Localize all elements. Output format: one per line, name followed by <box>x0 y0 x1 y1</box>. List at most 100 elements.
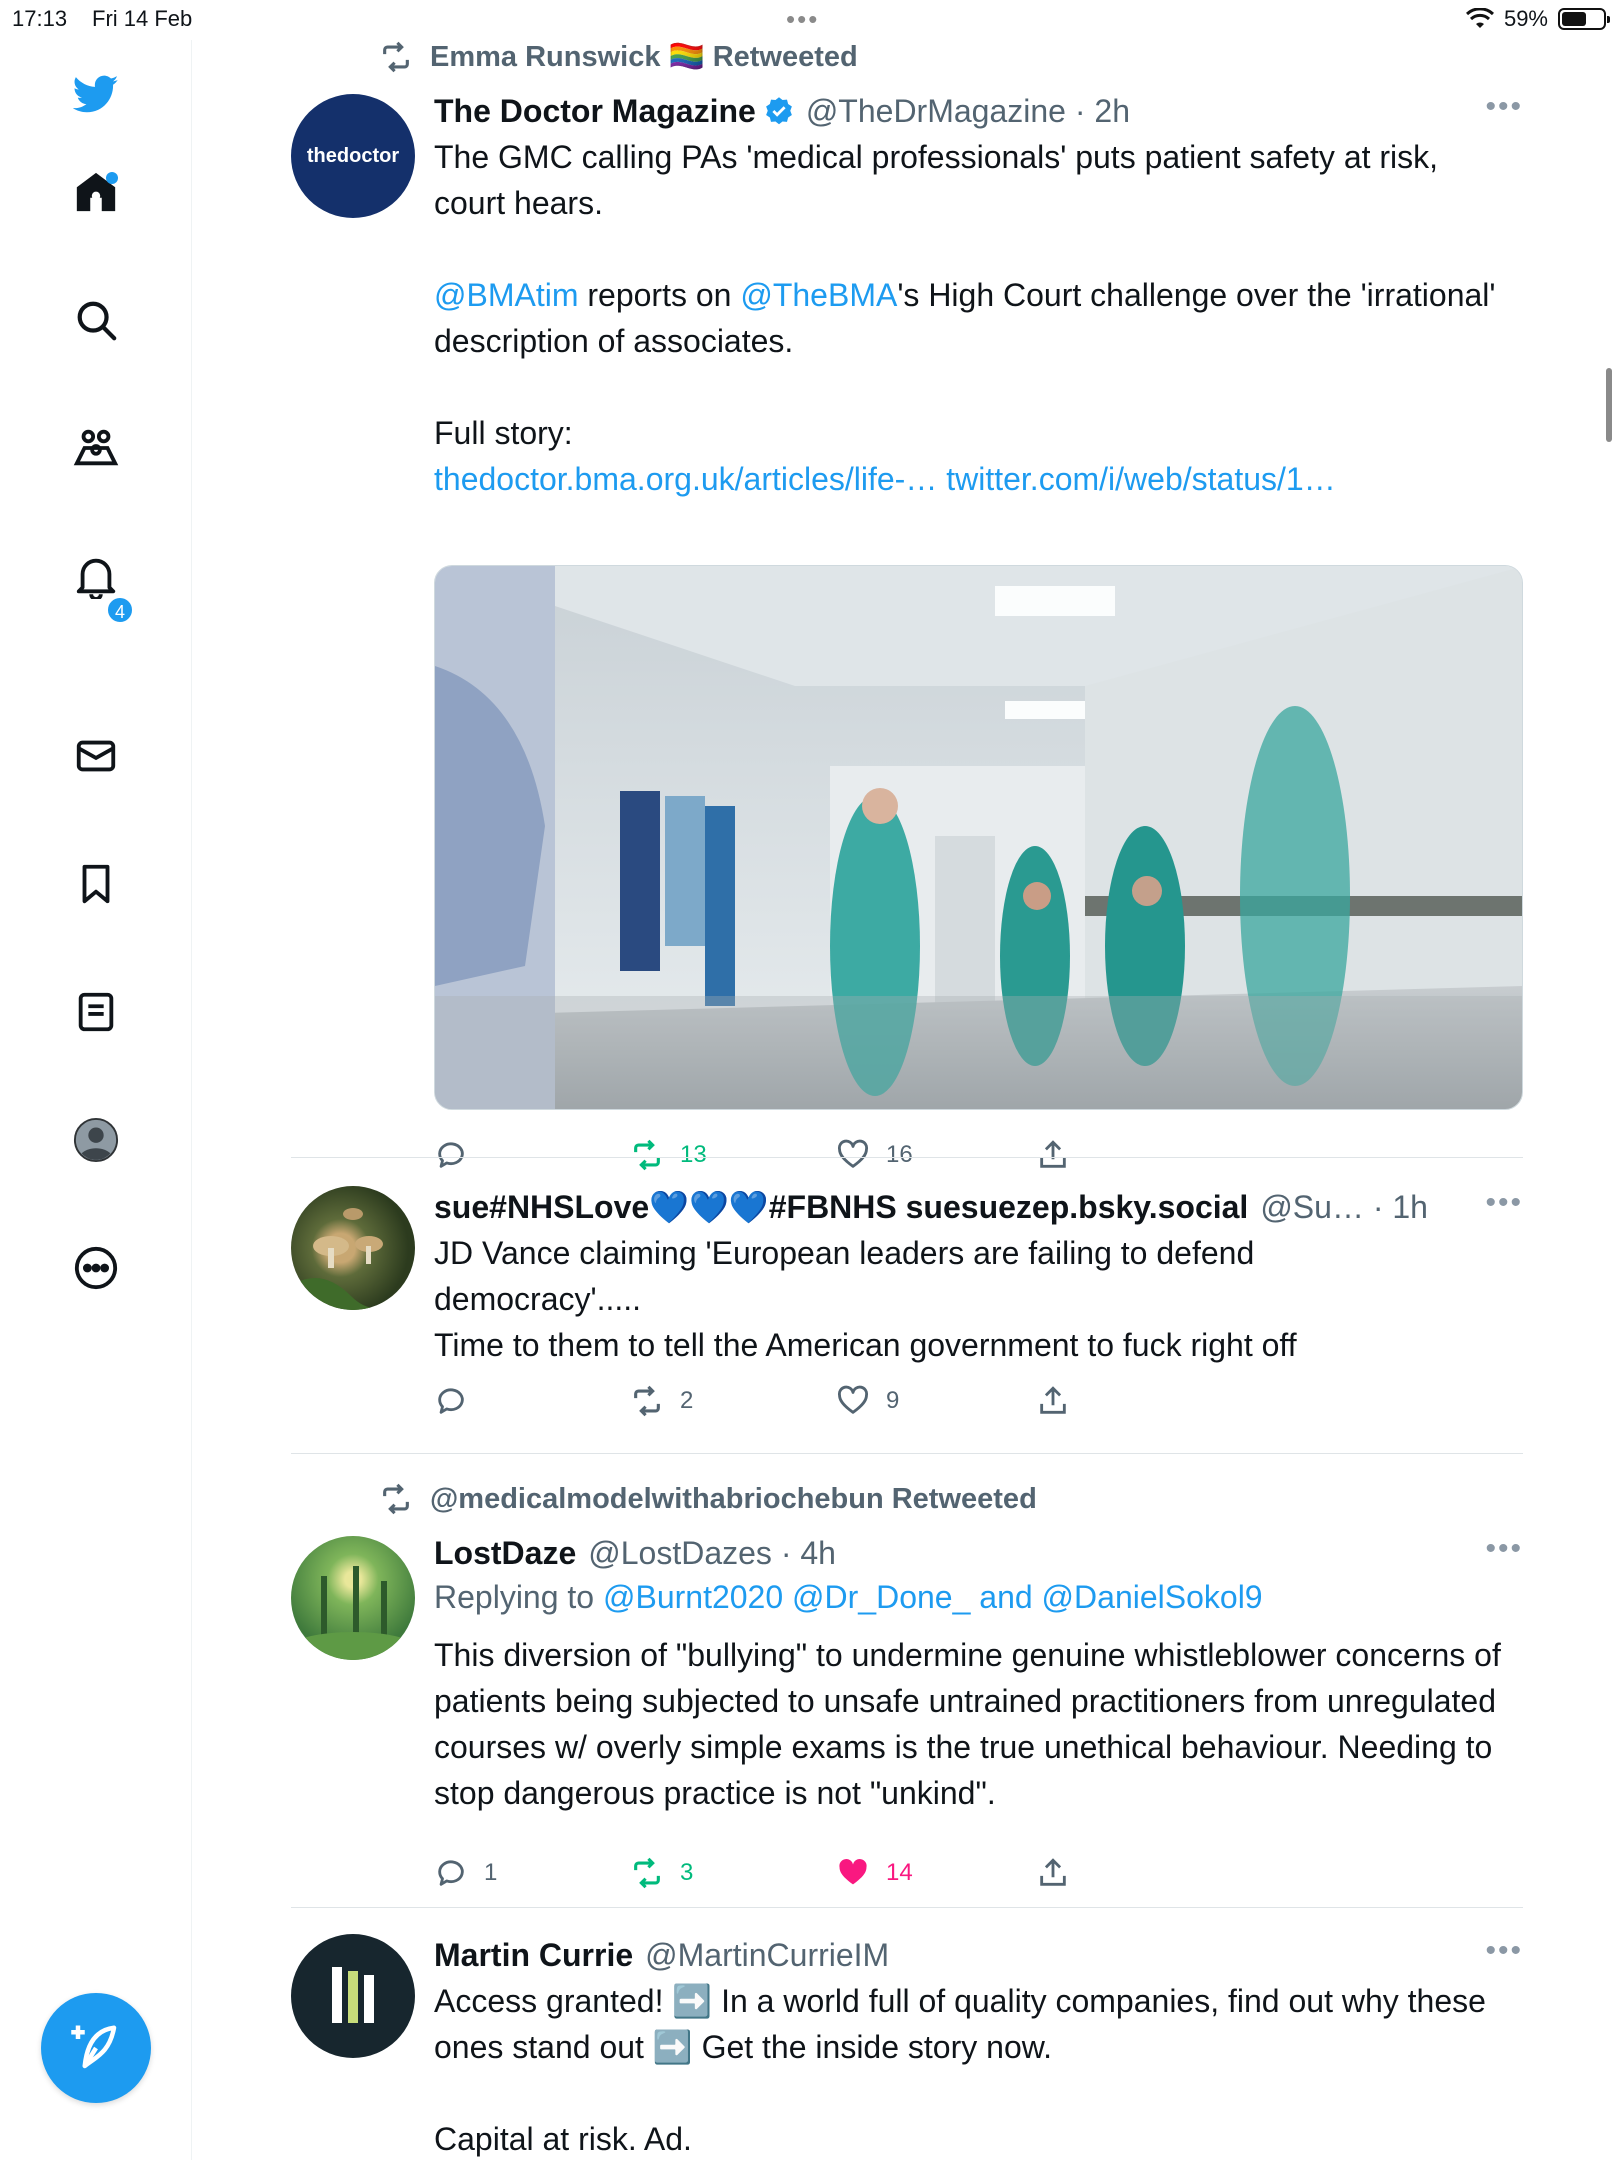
tweet-text-mentions: @BMAtim reports on @TheBMA's High Court … <box>434 277 1496 359</box>
author-handle[interactable]: @MartinCurrieIM <box>645 1934 889 1976</box>
multitasking-dots-icon[interactable]: ••• <box>786 4 819 35</box>
author-handle-time[interactable]: @TheDrMagazine · 2h <box>806 90 1130 132</box>
avatar[interactable]: thedoctor <box>291 94 415 218</box>
article-link[interactable]: thedoctor.bma.org.uk/articles/life-… <box>434 461 937 497</box>
like-count: 16 <box>886 1141 913 1168</box>
tweet-body: sue#NHSLove💙💙💙#FBNHS suesuezep.bsky.soci… <box>434 1186 1523 1417</box>
author-name[interactable]: sue#NHSLove💙💙💙#FBNHS suesuezep.bsky.soci… <box>434 1186 1248 1228</box>
reply-count: 1 <box>484 1859 498 1886</box>
battery-fill <box>1562 12 1586 26</box>
messages-icon[interactable] <box>70 730 122 782</box>
retweet-button[interactable]: 13 <box>630 1138 707 1172</box>
mention-link[interactable]: @TheBMA <box>740 277 897 313</box>
more-options-icon[interactable]: ••• <box>1485 90 1523 124</box>
battery-icon <box>1558 8 1610 30</box>
retweet-count: 3 <box>680 1859 694 1886</box>
avatar[interactable] <box>291 1934 415 2058</box>
like-button[interactable]: 14 <box>836 1856 913 1890</box>
tweet-divider <box>291 1907 1523 1908</box>
tweet-divider <box>291 1157 1523 1158</box>
notifications-badge: 4 <box>106 596 134 624</box>
share-icon <box>1040 1140 1066 1168</box>
heart-icon <box>838 1139 868 1168</box>
replying-to-users[interactable]: @Burnt2020 @Dr_Done_ and @DanielSokol9 <box>603 1579 1263 1615</box>
more-icon[interactable] <box>70 1242 122 1294</box>
reply-icon <box>438 1142 464 1168</box>
tweet-image[interactable] <box>434 565 1523 1110</box>
tweet-text: JD Vance claiming 'European leaders are … <box>434 1235 1297 1363</box>
tweet-actions: 1 3 14 <box>434 1856 1134 1896</box>
tweet-body: Martin Currie @MartinCurrieIM ••• Access… <box>434 1934 1523 2160</box>
retweet-icon <box>634 1857 660 1889</box>
retweet-button[interactable]: 2 <box>630 1384 693 1418</box>
tweet-text-line: The GMC calling PAs 'medical professiona… <box>434 139 1439 221</box>
retweeted-by-text[interactable]: @medicalmodelwithabriochebun Retweeted <box>430 1483 1037 1516</box>
sidebar: 4 <box>0 40 192 2160</box>
like-count: 9 <box>886 1387 900 1414</box>
ad-disclaimer: Capital at risk. Ad. <box>434 2121 692 2157</box>
more-options-icon[interactable]: ••• <box>1485 1532 1523 1566</box>
tweet-body: LostDaze @LostDazes · 4h ••• Replying to… <box>434 1532 1523 1889</box>
author-handle-time[interactable]: @LostDazes · 4h <box>588 1532 836 1574</box>
tweet-header: Martin Currie @MartinCurrieIM <box>434 1934 1523 1976</box>
avatar[interactable] <box>291 1536 415 1660</box>
tweet-sue[interactable]: sue#NHSLove💙💙💙#FBNHS suesuezep.bsky.soci… <box>291 1186 1523 1442</box>
share-button[interactable] <box>1036 1138 1070 1172</box>
author-name[interactable]: Martin Currie <box>434 1934 633 1976</box>
search-icon[interactable] <box>70 294 122 346</box>
tweet-header: LostDaze @LostDazes · 4h <box>434 1532 1523 1574</box>
author-name[interactable]: LostDaze <box>434 1532 576 1574</box>
retweet-count: 13 <box>680 1141 707 1168</box>
feather-plus-icon <box>71 2025 117 2069</box>
tweet-lostdaze[interactable]: @medicalmodelwithabriochebun Retweeted L… <box>291 1482 1523 1889</box>
communities-icon[interactable] <box>70 422 122 474</box>
status-indicators: 59% <box>1465 6 1610 32</box>
retweeted-by: Emma Runswick 🏳️‍🌈 Retweeted <box>376 40 858 74</box>
tweet-actions: 2 9 <box>434 1384 1134 1424</box>
share-button[interactable] <box>1036 1384 1070 1418</box>
compose-tweet-button[interactable] <box>41 1993 151 2103</box>
lists-icon[interactable] <box>70 986 122 1038</box>
reply-button[interactable] <box>434 1138 484 1172</box>
tweet-martin-currie[interactable]: Martin Currie @MartinCurrieIM ••• Access… <box>291 1934 1523 2160</box>
more-options-icon[interactable]: ••• <box>1485 1934 1523 1968</box>
author-name[interactable]: The Doctor Magazine <box>434 90 756 132</box>
tweet-text: The GMC calling PAs 'medical professiona… <box>434 134 1514 502</box>
retweet-count: 2 <box>680 1387 694 1414</box>
retweet-icon <box>383 41 409 73</box>
share-button[interactable] <box>1036 1856 1070 1890</box>
tweet-the-doctor-magazine[interactable]: Emma Runswick 🏳️‍🌈 Retweeted thedoctor T… <box>291 40 1523 1171</box>
like-count: 14 <box>886 1859 913 1886</box>
verified-badge-icon <box>765 97 792 125</box>
avatar[interactable] <box>291 1186 415 1310</box>
mention-link[interactable]: @BMAtim <box>434 277 578 313</box>
tweet-text: Access granted! ➡️ In a world full of qu… <box>434 1983 1486 2065</box>
heart-filled-icon <box>839 1859 867 1885</box>
reply-button[interactable] <box>434 1384 484 1418</box>
avatar-logo-text: thedoctor <box>306 144 400 167</box>
twitter-logo-icon[interactable] <box>70 68 122 120</box>
retweeted-by-text[interactable]: Emma Runswick 🏳️‍🌈 Retweeted <box>430 40 858 74</box>
replying-to: Replying to @Burnt2020 @Dr_Done_ and @Da… <box>434 1579 1263 1615</box>
scrollbar[interactable] <box>1606 368 1612 442</box>
reply-icon <box>438 1860 464 1886</box>
trees-avatar-image <box>293 1566 413 1660</box>
hospital-corridor-image <box>435 566 1522 1109</box>
status-link[interactable]: twitter.com/i/web/status/1… <box>946 461 1335 497</box>
retweet-button[interactable]: 3 <box>630 1856 693 1890</box>
tweet-body: The Doctor Magazine @TheDrMagazine · 2h … <box>434 90 1523 1171</box>
retweet-icon <box>383 1483 409 1515</box>
like-button[interactable]: 16 <box>836 1138 913 1172</box>
like-button[interactable]: 9 <box>836 1384 899 1418</box>
tweet-text: This diversion of "bullying" to undermin… <box>434 1637 1501 1811</box>
status-bar: 17:13 Fri 14 Feb ••• 59% <box>0 0 1620 40</box>
notifications-icon[interactable] <box>70 550 122 602</box>
profile-avatar-icon[interactable] <box>70 1114 122 1166</box>
bookmarks-icon[interactable] <box>70 858 122 910</box>
battery-percent: 59% <box>1503 6 1548 31</box>
reply-button[interactable]: 1 <box>434 1856 497 1890</box>
author-handle-time[interactable]: @Su… · 1h <box>1260 1186 1428 1228</box>
status-date: Fri 14 Feb <box>92 6 193 31</box>
share-icon <box>1040 1858 1066 1886</box>
more-options-icon[interactable]: ••• <box>1485 1186 1523 1220</box>
